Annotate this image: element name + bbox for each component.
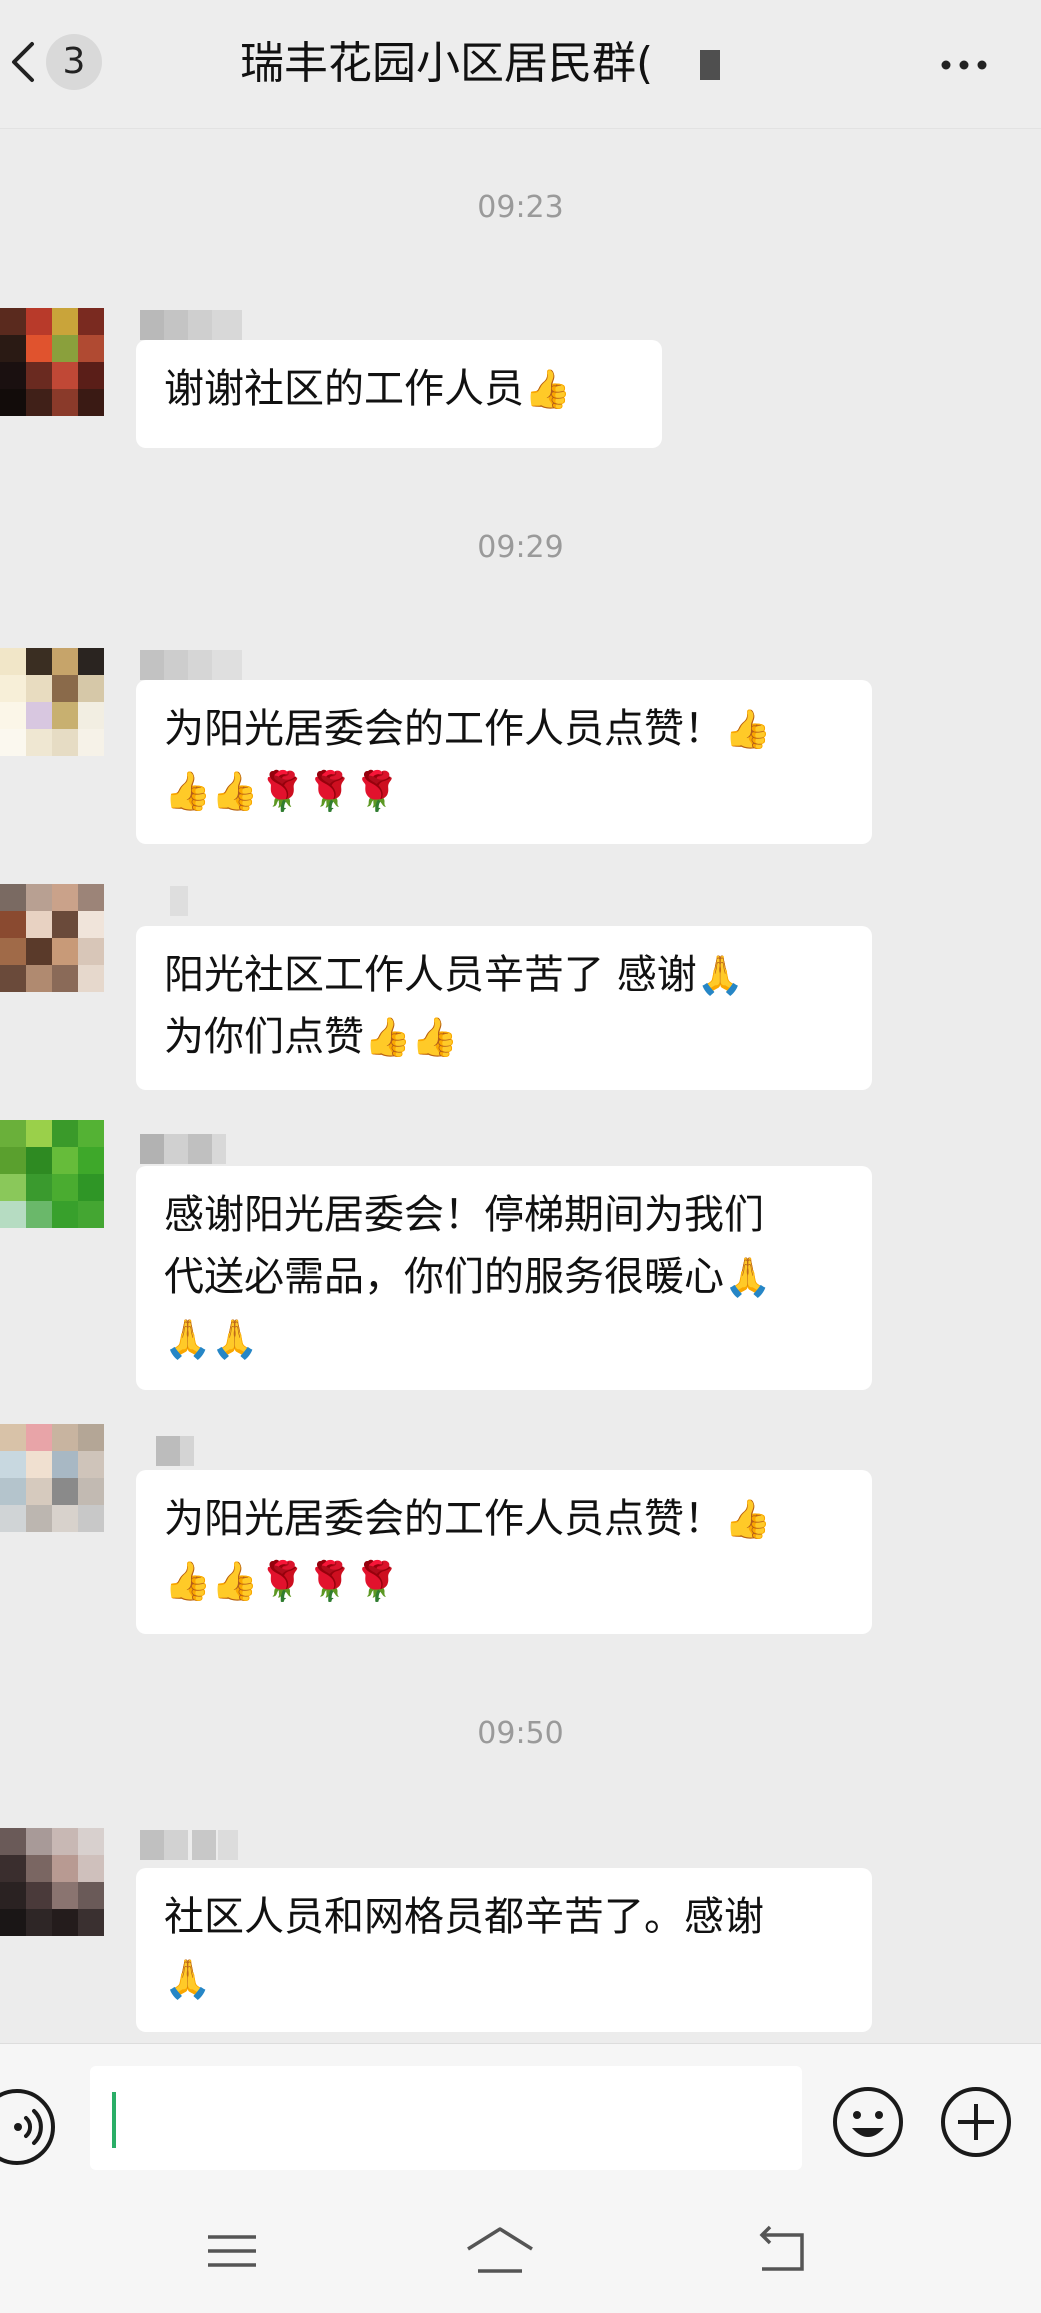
message-text: 为阳光居委会的工作人员点赞！ (164, 1496, 724, 1542)
chevron-left-icon[interactable] (4, 30, 44, 94)
avatar[interactable] (0, 308, 104, 416)
voice-icon[interactable] (0, 2084, 60, 2170)
chat-title: 瑞丰花园小区居民群( (240, 38, 654, 89)
message-text: 代送必需品，你们的服务很暖心 (164, 1254, 724, 1300)
thumbs-up-icon: 👍 (524, 367, 572, 411)
avatar[interactable] (0, 648, 104, 756)
praying-hands-icon: 🙏 (696, 953, 745, 997)
message-text: 为你们点赞 (164, 1014, 364, 1060)
message-text: 谢谢社区的工作人员 (164, 366, 524, 412)
message-text: 阳光社区工作人员辛苦了 感谢 (164, 952, 697, 998)
text-caret (112, 2092, 116, 2148)
chat-header: 3 瑞丰花园小区居民群( (0, 0, 1041, 129)
message-bubble[interactable]: 谢谢社区的工作人员👍 (136, 340, 662, 448)
timestamp: 09:50 (477, 1716, 564, 1751)
emoji-thumbs-rose-icon: 👍👍🌹🌹🌹 (164, 1559, 401, 1603)
home-icon[interactable] (462, 2221, 538, 2281)
emoji-thumbs-rose-icon: 👍👍🌹🌹🌹 (164, 769, 401, 813)
avatar[interactable] (0, 1120, 104, 1228)
plus-circle-icon[interactable] (938, 2084, 1014, 2160)
timestamp: 09:29 (477, 530, 564, 565)
thumbs-up-icon: 👍 (724, 1497, 772, 1541)
message-bubble[interactable]: 为阳光居委会的工作人员点赞！👍 👍👍🌹🌹🌹 (136, 1470, 872, 1634)
praying-hands-icon: 🙏🙏 (164, 1317, 259, 1361)
system-nav-bar (0, 2193, 1041, 2313)
thumbs-up-icon: 👍👍 (364, 1015, 459, 1059)
message-text: 感谢阳光居委会！停梯期间为我们 (164, 1192, 764, 1238)
input-bar (0, 2043, 1041, 2194)
avatar[interactable] (0, 1828, 104, 1936)
message-list[interactable]: 09:23 谢谢社区的工作人员👍 09:29 为阳光居委会的工作人员点赞！👍 👍… (0, 128, 1041, 2043)
praying-hands-icon: 🙏 (164, 1957, 212, 2001)
unread-count-badge[interactable]: 3 (46, 34, 102, 90)
back-icon[interactable] (746, 2221, 822, 2281)
thumbs-up-icon: 👍 (724, 707, 772, 751)
timestamp: 09:23 (477, 190, 564, 225)
menu-icon[interactable] (194, 2221, 270, 2281)
avatar[interactable] (0, 884, 104, 992)
message-text: 社区人员和网格员都辛苦了。感谢 (164, 1894, 764, 1940)
more-horizontal-icon[interactable] (936, 40, 992, 90)
message-bubble[interactable]: 感谢阳光居委会！停梯期间为我们 代送必需品，你们的服务很暖心🙏 🙏🙏 (136, 1166, 872, 1390)
avatar[interactable] (0, 1424, 104, 1532)
message-bubble[interactable]: 阳光社区工作人员辛苦了 感谢🙏 为你们点赞👍👍 (136, 926, 872, 1090)
title-redaction (700, 50, 720, 80)
message-bubble[interactable]: 社区人员和网格员都辛苦了。感谢 🙏 (136, 1868, 872, 2032)
message-input[interactable] (90, 2066, 802, 2170)
message-text: 为阳光居委会的工作人员点赞！ (164, 706, 724, 752)
smiley-icon[interactable] (830, 2084, 906, 2160)
message-bubble[interactable]: 为阳光居委会的工作人员点赞！👍 👍👍🌹🌹🌹 (136, 680, 872, 844)
praying-hands-icon: 🙏 (724, 1255, 772, 1299)
